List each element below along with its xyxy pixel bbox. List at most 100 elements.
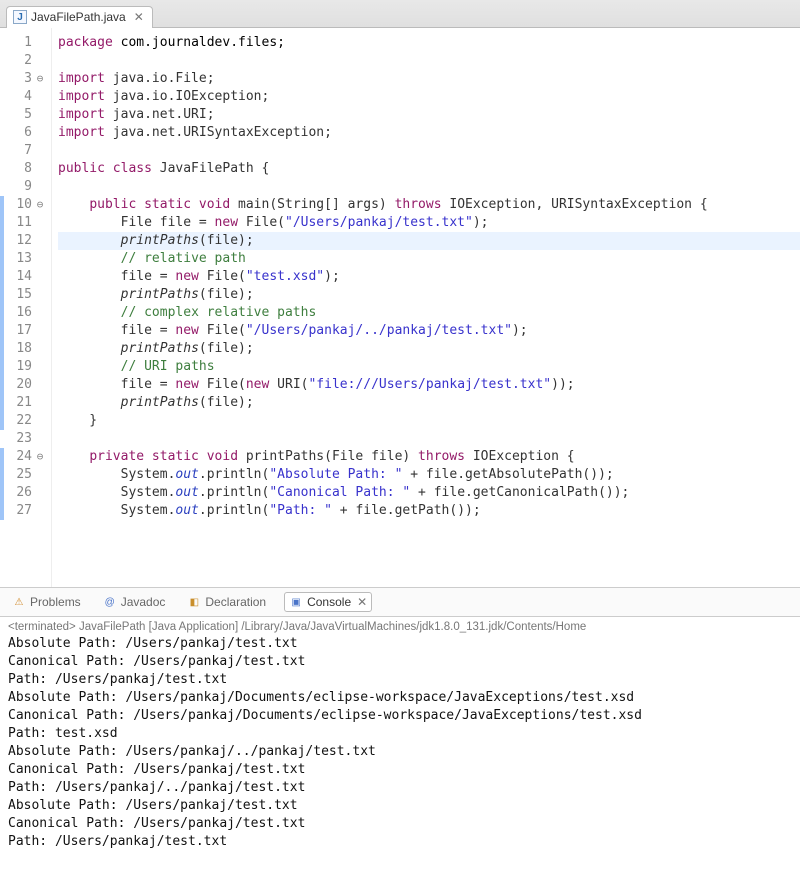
- line-number: 26: [16, 484, 32, 502]
- line-number: 3: [24, 70, 32, 88]
- code-line[interactable]: [58, 52, 800, 70]
- gutter: 123⊖45678910⊖111213141516171819202122232…: [0, 28, 52, 587]
- gutter-line: 17: [0, 322, 51, 340]
- line-number: 10: [16, 196, 32, 214]
- gutter-line: 26: [0, 484, 51, 502]
- gutter-line: 20: [0, 376, 51, 394]
- code-editor[interactable]: 123⊖45678910⊖111213141516171819202122232…: [0, 28, 800, 588]
- code-line[interactable]: public static void main(String[] args) t…: [58, 196, 800, 214]
- code-line[interactable]: file = new File("test.xsd");: [58, 268, 800, 286]
- line-number: 14: [16, 268, 32, 286]
- gutter-line: 12: [0, 232, 51, 250]
- code-line[interactable]: import java.io.IOException;: [58, 88, 800, 106]
- code-line[interactable]: public class JavaFilePath {: [58, 160, 800, 178]
- console-output[interactable]: Absolute Path: /Users/pankaj/test.txt Can…: [0, 635, 800, 861]
- view-javadoc[interactable]: @ Javadoc: [99, 593, 170, 611]
- code-line[interactable]: printPaths(file);: [58, 340, 800, 358]
- code-line[interactable]: private static void printPaths(File file…: [58, 448, 800, 466]
- declaration-icon: ◧: [187, 595, 201, 609]
- gutter-line: 22: [0, 412, 51, 430]
- code-line[interactable]: file = new File(new URI("file:///Users/p…: [58, 376, 800, 394]
- line-number: 4: [24, 88, 32, 106]
- line-number: 21: [16, 394, 32, 412]
- line-number: 12: [16, 232, 32, 250]
- code-line[interactable]: File file = new File("/Users/pankaj/test…: [58, 214, 800, 232]
- code-line[interactable]: [58, 142, 800, 160]
- gutter-line: 2: [0, 52, 51, 70]
- code-line[interactable]: import java.net.URI;: [58, 106, 800, 124]
- console-line: Absolute Path: /Users/pankaj/test.txt: [8, 797, 792, 815]
- code-line[interactable]: }: [58, 412, 800, 430]
- code-line[interactable]: import java.io.File;: [58, 70, 800, 88]
- line-number: 20: [16, 376, 32, 394]
- code-line[interactable]: // complex relative paths: [58, 304, 800, 322]
- console-terminated-line: <terminated> JavaFilePath [Java Applicat…: [0, 617, 800, 635]
- code-area[interactable]: package com.journaldev.files; import java…: [52, 28, 800, 587]
- gutter-line: 14: [0, 268, 51, 286]
- line-number: 7: [24, 142, 32, 160]
- code-line[interactable]: package com.journaldev.files;: [58, 34, 800, 52]
- views-tab-bar: ⚠ Problems @ Javadoc ◧ Declaration ▣ Con…: [0, 588, 800, 617]
- view-problems[interactable]: ⚠ Problems: [8, 593, 85, 611]
- editor-tab[interactable]: J JavaFilePath.java ✕: [6, 6, 153, 28]
- console-line: Absolute Path: /Users/pankaj/test.txt: [8, 635, 792, 653]
- gutter-line: 21: [0, 394, 51, 412]
- code-line[interactable]: System.out.println("Path: " + file.getPa…: [58, 502, 800, 520]
- code-line[interactable]: printPaths(file);: [58, 394, 800, 412]
- editor-tab-label: JavaFilePath.java: [31, 10, 126, 24]
- line-number: 2: [24, 52, 32, 70]
- code-line[interactable]: // URI paths: [58, 358, 800, 376]
- fold-toggle-icon[interactable]: ⊖: [35, 196, 45, 214]
- code-line[interactable]: printPaths(file);: [58, 232, 800, 250]
- gutter-line: 23: [0, 430, 51, 448]
- gutter-line: 8: [0, 160, 51, 178]
- gutter-line: 7: [0, 142, 51, 160]
- problems-icon: ⚠: [12, 595, 26, 609]
- view-label: Declaration: [205, 595, 266, 609]
- line-number: 9: [24, 178, 32, 196]
- gutter-line: 18: [0, 340, 51, 358]
- code-line[interactable]: file = new File("/Users/pankaj/../pankaj…: [58, 322, 800, 340]
- view-console[interactable]: ▣ Console ✕: [284, 592, 372, 612]
- code-line[interactable]: // relative path: [58, 250, 800, 268]
- line-number: 5: [24, 106, 32, 124]
- close-icon[interactable]: ✕: [357, 595, 367, 609]
- view-label: Javadoc: [121, 595, 166, 609]
- line-number: 17: [16, 322, 32, 340]
- code-line[interactable]: System.out.println("Canonical Path: " + …: [58, 484, 800, 502]
- line-number: 13: [16, 250, 32, 268]
- line-number: 19: [16, 358, 32, 376]
- gutter-line: 25: [0, 466, 51, 484]
- line-number: 24: [16, 448, 32, 466]
- editor-tab-bar: J JavaFilePath.java ✕: [0, 0, 800, 28]
- line-number: 23: [16, 430, 32, 448]
- line-number: 1: [24, 34, 32, 52]
- line-number: 18: [16, 340, 32, 358]
- gutter-line: 5: [0, 106, 51, 124]
- gutter-line: 19: [0, 358, 51, 376]
- console-line: Canonical Path: /Users/pankaj/test.txt: [8, 761, 792, 779]
- code-line[interactable]: System.out.println("Absolute Path: " + f…: [58, 466, 800, 484]
- gutter-line: 16: [0, 304, 51, 322]
- code-line[interactable]: import java.net.URISyntaxException;: [58, 124, 800, 142]
- gutter-line: 11: [0, 214, 51, 232]
- line-number: 22: [16, 412, 32, 430]
- gutter-line: 24⊖: [0, 448, 51, 466]
- gutter-line: 13: [0, 250, 51, 268]
- java-file-icon: J: [13, 10, 27, 24]
- code-line[interactable]: [58, 430, 800, 448]
- fold-toggle-icon[interactable]: ⊖: [35, 70, 45, 88]
- console-line: Absolute Path: /Users/pankaj/Documents/e…: [8, 689, 792, 707]
- view-declaration[interactable]: ◧ Declaration: [183, 593, 270, 611]
- console-line: Path: test.xsd: [8, 725, 792, 743]
- console-line: Path: /Users/pankaj/test.txt: [8, 671, 792, 689]
- gutter-line: 4: [0, 88, 51, 106]
- code-line[interactable]: [58, 178, 800, 196]
- code-line[interactable]: printPaths(file);: [58, 286, 800, 304]
- fold-toggle-icon[interactable]: ⊖: [35, 448, 45, 466]
- console-line: Canonical Path: /Users/pankaj/Documents/…: [8, 707, 792, 725]
- gutter-line: 3⊖: [0, 70, 51, 88]
- line-number: 6: [24, 124, 32, 142]
- close-icon[interactable]: ✕: [134, 10, 144, 24]
- view-label: Console: [307, 595, 351, 609]
